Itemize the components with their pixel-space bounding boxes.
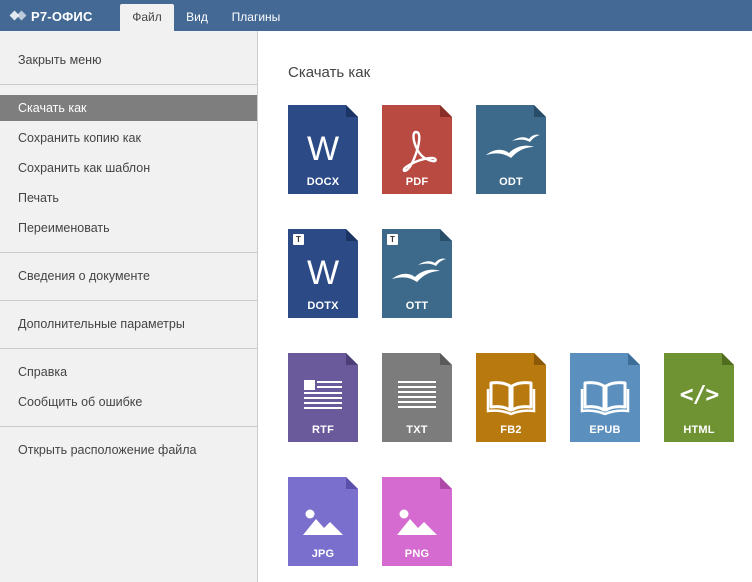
format-pdf-button[interactable]: PDF: [382, 105, 452, 194]
format-docx-button[interactable]: W DOCX: [288, 105, 358, 194]
word-icon: W: [306, 130, 340, 168]
menu-item-download-as[interactable]: Скачать как: [0, 95, 257, 121]
format-label: HTML: [683, 424, 715, 436]
format-png-button[interactable]: PNG: [382, 477, 452, 566]
template-badge: T: [293, 234, 304, 245]
format-label: PDF: [405, 176, 429, 188]
format-jpg-button[interactable]: JPG: [288, 477, 358, 566]
menu-item-save-as-template[interactable]: Сохранить как шаблон: [0, 155, 257, 181]
tab-view[interactable]: Вид: [177, 4, 217, 31]
menu-item-rename[interactable]: Переименовать: [0, 215, 257, 241]
menu-divider: [0, 348, 257, 349]
format-label: EPUB: [589, 424, 621, 436]
format-odt-button[interactable]: ODT: [476, 105, 546, 194]
app-logo: Р7-ОФИС: [9, 8, 93, 24]
format-label: JPG: [311, 548, 335, 560]
menu-item-help[interactable]: Справка: [0, 359, 257, 385]
format-label: DOCX: [306, 176, 340, 188]
format-label: FB2: [500, 424, 522, 436]
format-label: RTF: [312, 424, 334, 436]
format-label: ODT: [499, 176, 523, 188]
code-icon: </>: [679, 382, 720, 408]
format-ott-button[interactable]: T OTT: [382, 229, 452, 318]
page-title: Скачать как: [288, 64, 371, 81]
menu-divider: [0, 300, 257, 301]
format-dotx-button[interactable]: T W DOTX: [288, 229, 358, 318]
tab-plugins[interactable]: Плагины: [222, 4, 290, 31]
format-label: TXT: [406, 424, 428, 436]
menu-item-document-info[interactable]: Сведения о документе: [0, 263, 257, 289]
format-label: PNG: [404, 548, 430, 560]
menu-divider: [0, 84, 257, 85]
format-fb2-button[interactable]: FB2: [476, 353, 546, 442]
menu-divider: [0, 426, 257, 427]
format-epub-button[interactable]: EPUB: [570, 353, 640, 442]
tab-file[interactable]: Файл: [120, 4, 174, 31]
format-label: OTT: [405, 300, 429, 312]
menu-item-advanced-settings[interactable]: Дополнительные параметры: [0, 311, 257, 337]
menu-item-save-copy-as[interactable]: Сохранить копию как: [0, 125, 257, 151]
menu-item-close-menu[interactable]: Закрыть меню: [0, 47, 257, 73]
logo-text: Р7-ОФИС: [31, 8, 93, 24]
menu-item-print[interactable]: Печать: [0, 185, 257, 211]
menu-divider: [0, 252, 257, 253]
format-label: DOTX: [307, 300, 339, 312]
file-menu-sidebar: Закрыть меню Скачать как Сохранить копию…: [0, 31, 258, 582]
menu-item-report-bug[interactable]: Сообщить об ошибке: [0, 389, 257, 415]
word-icon: W: [306, 254, 340, 292]
menu-item-open-file-location[interactable]: Открыть расположение файла: [0, 437, 257, 463]
logo-diamond-icon: [9, 10, 28, 22]
format-html-button[interactable]: </> HTML: [664, 353, 734, 442]
top-bar: Р7-ОФИС Файл Вид Плагины: [0, 0, 752, 31]
format-txt-button[interactable]: TXT: [382, 353, 452, 442]
format-rtf-button[interactable]: RTF: [288, 353, 358, 442]
